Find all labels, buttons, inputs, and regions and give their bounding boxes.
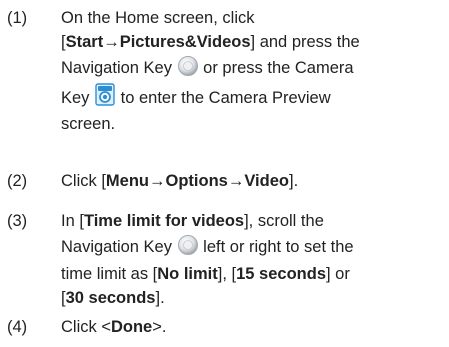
menu-term: Menu — [105, 172, 150, 190]
menu-term: Video — [244, 172, 289, 190]
navigation-key-icon — [177, 234, 199, 256]
step-number: (2) — [7, 172, 28, 190]
text-line: Click <Done>. — [61, 318, 167, 336]
text-line: time limit as [No limit], [15 seconds] o… — [61, 265, 350, 283]
menu-term: Pictures&Videos — [119, 33, 251, 51]
option-term: 15 seconds — [236, 265, 326, 283]
step-number: (4) — [7, 318, 28, 336]
arrow: → — [149, 172, 166, 190]
arrow: → — [103, 33, 120, 51]
text-line: Navigation Key or press the Camera — [61, 54, 449, 83]
text-line: In [Time limit for videos], scroll the — [61, 212, 324, 230]
camera-key-icon — [94, 83, 116, 107]
step-text: Click <Done>. — [61, 315, 449, 339]
instruction-document: (1) On the Home screen, click [Start→Pic… — [0, 0, 449, 347]
step-text: On the Home screen, click [Start→Picture… — [61, 6, 449, 136]
menu-term: Start — [65, 33, 104, 51]
setting-term: Time limit for videos — [83, 212, 245, 230]
text-line: [Start→Pictures&Videos] and press the — [61, 33, 360, 51]
text-line: [30 seconds]. — [61, 289, 165, 307]
navigation-key-icon — [177, 55, 199, 77]
option-term: 30 seconds — [65, 289, 156, 307]
step-number: (3) — [7, 212, 28, 230]
text-line: screen. — [61, 115, 116, 133]
text-line: Click [Menu→Options→Video]. — [61, 172, 299, 190]
text-line: Key to enter the Camera Preview — [61, 83, 449, 112]
menu-term: Options — [165, 172, 228, 190]
option-term: No limit — [157, 265, 218, 283]
step-text: In [Time limit for videos], scroll the N… — [61, 209, 449, 310]
text-line: Navigation Key left or right to set the — [61, 233, 449, 262]
text-line: On the Home screen, click — [61, 9, 255, 27]
step-text: Click [Menu→Options→Video]. — [61, 169, 449, 193]
step-number: (1) — [7, 9, 28, 27]
button-term: Done — [110, 318, 153, 336]
arrow: → — [227, 172, 245, 190]
